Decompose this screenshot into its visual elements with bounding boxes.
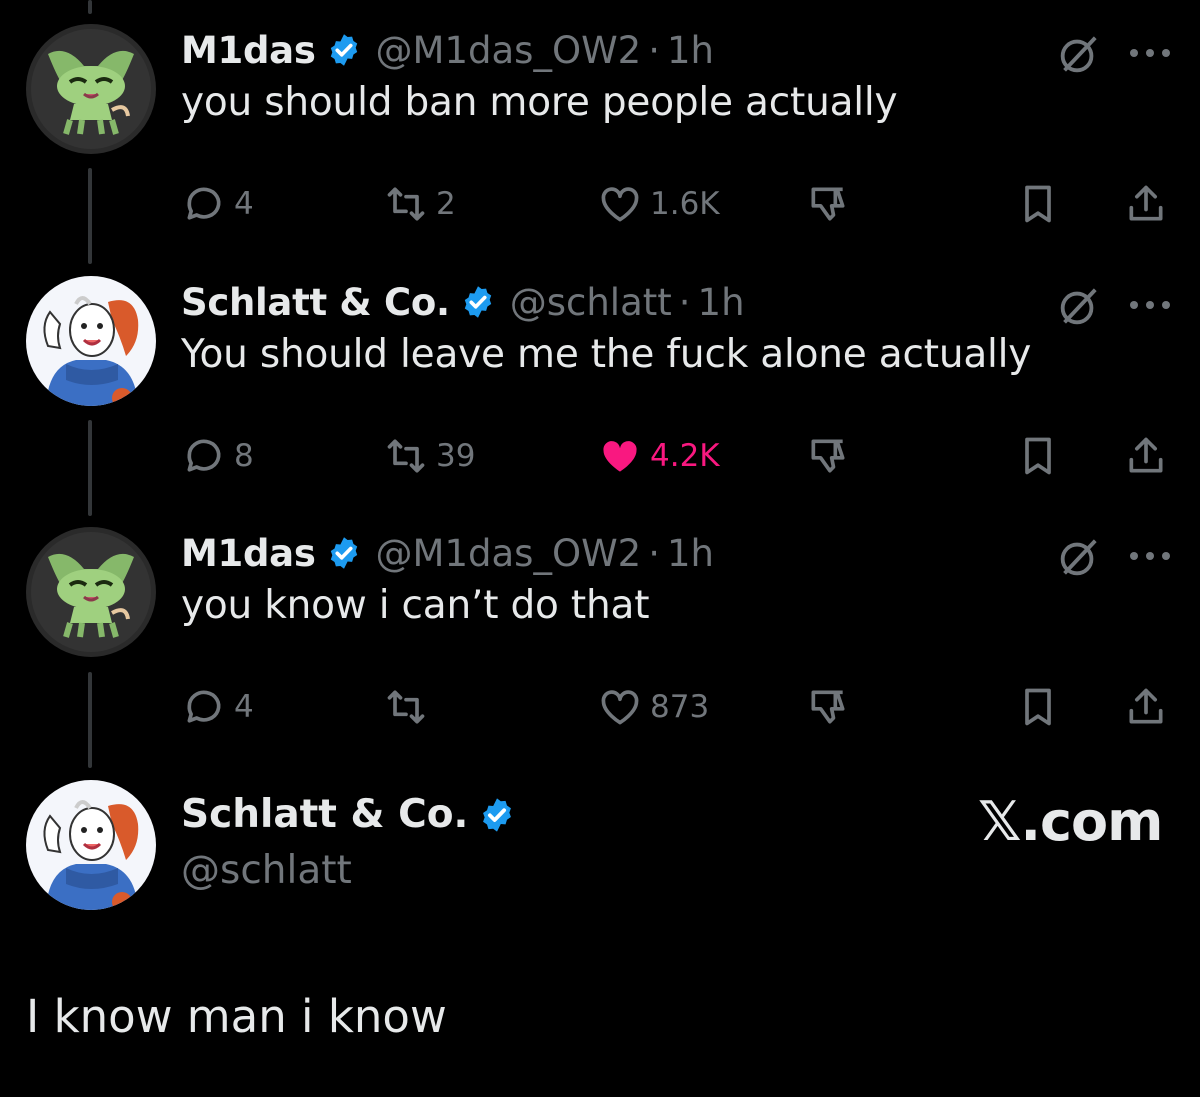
more-options-icon[interactable] [1128,46,1172,60]
x-com-watermark: 𝕏.com [978,790,1163,853]
heart-icon [601,187,639,222]
dislike-icon[interactable] [806,434,850,478]
handle[interactable]: @M1das_OW2 [376,532,642,575]
action-bar: 4 873 [0,682,1200,732]
grok-icon[interactable] [1055,32,1101,78]
tweet-header: M1das @M1das_OW2 · 1h [181,527,714,579]
reply-button[interactable]: 8 [182,431,254,481]
tweet-header: Schlatt & Co. @schlatt · 1h [181,276,745,328]
heart-filled-icon [603,441,637,472]
repost-button[interactable]: 2 [384,179,456,229]
timestamp[interactable]: 1h [667,29,714,72]
bookmark-icon[interactable] [1016,434,1060,478]
share-icon[interactable] [1124,182,1168,226]
green-cat-avatar-icon [26,527,156,657]
repost-button[interactable] [384,682,436,732]
action-bar: 8 39 4.2K [0,431,1200,481]
reply-button[interactable]: 4 [182,682,254,732]
reply-count: 4 [234,186,254,222]
grok-icon[interactable] [1055,535,1101,581]
reply-icon [187,187,221,220]
handle[interactable]: @M1das_OW2 [376,29,642,72]
grok-icon[interactable] [1055,284,1101,330]
bookmark-icon[interactable] [1016,182,1060,226]
handle[interactable]: @schlatt [181,848,352,893]
reply-button[interactable]: 4 [182,179,254,229]
verified-badge-icon [464,286,491,318]
repost-count: 2 [436,186,456,222]
dislike-icon[interactable] [806,685,850,729]
bookmark-icon[interactable] [1016,685,1060,729]
dislike-icon[interactable] [806,182,850,226]
display-name[interactable]: M1das [181,532,316,575]
avatar[interactable] [26,276,156,406]
repost-count: 39 [436,438,476,474]
green-cat-avatar-icon [26,24,156,154]
more-options-icon[interactable] [1128,549,1172,563]
like-button[interactable]: 873 [598,682,709,732]
tweet-text: you know i can’t do that [181,583,650,628]
verified-badge-icon [330,34,357,66]
display-name[interactable]: Schlatt & Co. [181,281,450,324]
handle[interactable]: @schlatt [510,281,672,324]
tweet-text: you should ban more people actually [181,80,898,125]
repost-icon [387,187,425,221]
reply-thread: M1das @M1das_OW2 · 1h you should ban mor… [0,0,1200,1097]
like-count: 1.6K [650,186,720,222]
avatar[interactable] [26,780,156,910]
verified-badge-icon [330,537,357,569]
separator-dot: · [648,28,660,72]
tweet-header: M1das @M1das_OW2 · 1h [181,24,714,76]
reply-icon [187,690,221,723]
repost-button[interactable]: 39 [384,431,475,481]
focused-display-name-row: Schlatt & Co. [181,792,530,837]
avatar[interactable] [26,24,156,154]
reply-count: 8 [234,438,254,474]
like-count: 4.2K [650,438,720,474]
heart-icon [601,690,639,725]
like-button[interactable]: 4.2K [598,431,720,481]
display-name[interactable]: Schlatt & Co. [181,792,468,837]
separator-dot: · [648,531,660,575]
verified-badge-icon [483,797,512,832]
action-bar: 4 2 1.6K [0,179,1200,229]
like-count: 873 [650,689,710,725]
reply-icon [187,439,221,472]
goat-cartoon-avatar-icon [26,276,156,406]
share-icon[interactable] [1124,685,1168,729]
timestamp[interactable]: 1h [667,532,714,575]
more-options-icon[interactable] [1128,298,1172,312]
tweet[interactable]: M1das @M1das_OW2 · 1h you should ban mor… [0,24,1200,224]
repost-icon [387,690,425,724]
thread-line-top [88,0,92,14]
share-icon[interactable] [1124,434,1168,478]
display-name[interactable]: M1das [181,29,316,72]
tweet[interactable]: Schlatt & Co. @schlatt · 1h You should l… [0,276,1200,476]
avatar[interactable] [26,527,156,657]
repost-icon [387,439,425,473]
reply-count: 4 [234,689,254,725]
like-button[interactable]: 1.6K [598,179,720,229]
goat-cartoon-avatar-icon [26,780,156,910]
separator-dot: · [678,280,691,324]
tweet-text: You should leave me the fuck alone actua… [181,332,1032,377]
tweet[interactable]: M1das @M1das_OW2 · 1h you know i can’t d… [0,527,1200,727]
timestamp[interactable]: 1h [698,281,745,324]
tweet-text: I know man i know [26,990,447,1043]
